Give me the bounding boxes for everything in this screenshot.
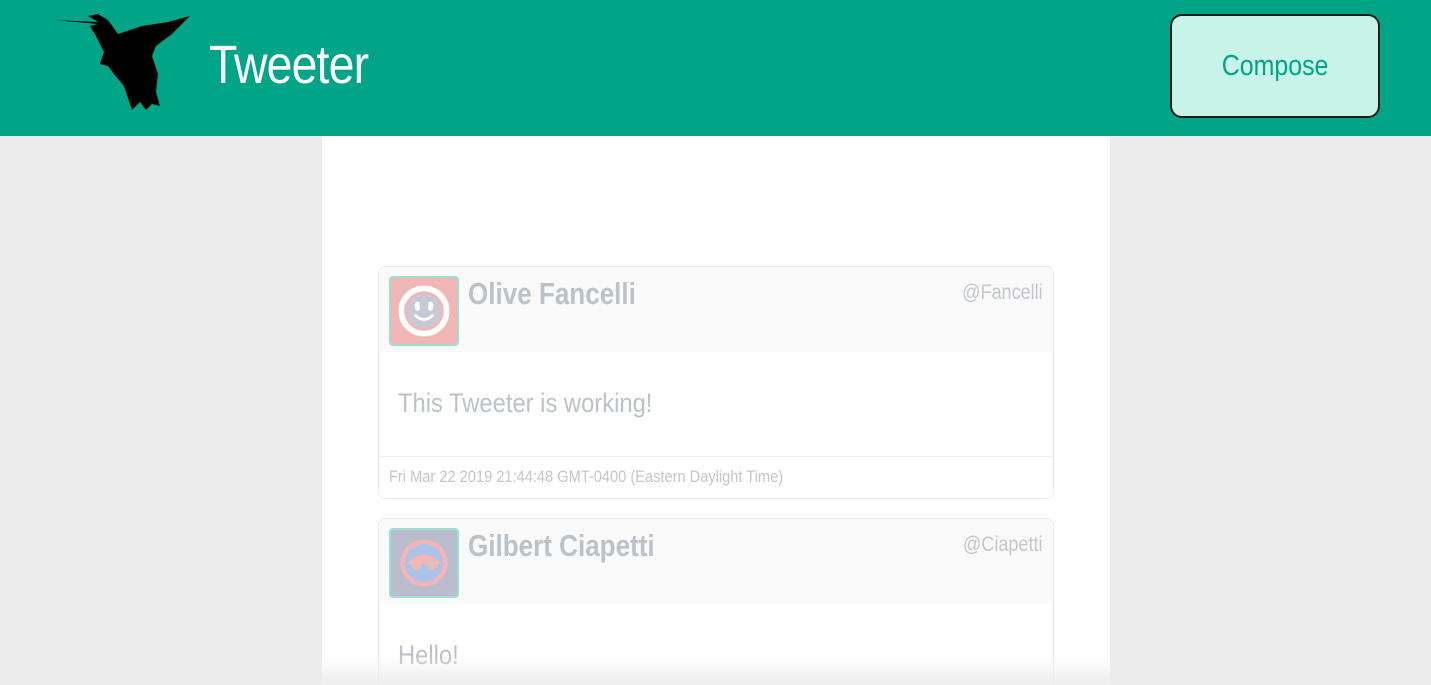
tweet-card: Gilbert Ciapetti @Ciapetti Hello! [378, 518, 1054, 685]
robot-avatar-icon [389, 528, 459, 598]
tweet-author-handle: @Fancelli [962, 281, 1043, 304]
hummingbird-icon[interactable] [52, 12, 192, 112]
compose-button[interactable]: Compose [1170, 14, 1380, 118]
tweet-header: Olive Fancelli @Fancelli [379, 267, 1053, 352]
tweet-author-handle: @Ciapetti [963, 533, 1043, 556]
tweet-body: Hello! [379, 604, 1053, 685]
brand-title[interactable]: Tweeter [209, 34, 369, 96]
tweet-footer: Fri Mar 22 2019 21:44:48 GMT-0400 (Easte… [379, 456, 1053, 498]
tweet-timestamp: Fri Mar 22 2019 21:44:48 GMT-0400 (Easte… [389, 467, 784, 486]
tweet-feed: Olive Fancelli @Fancelli This Tweeter is… [322, 136, 1110, 685]
tweet-author-name: Olive Fancelli [468, 276, 636, 311]
tweet-body: This Tweeter is working! [379, 352, 1053, 456]
tweet-author-name: Gilbert Ciapetti [468, 528, 655, 563]
compose-label: Compose [1221, 49, 1329, 82]
tweet-card: Olive Fancelli @Fancelli This Tweeter is… [378, 266, 1054, 499]
tweet-text: This Tweeter is working! [398, 388, 653, 418]
tweet-header: Gilbert Ciapetti @Ciapetti [379, 519, 1053, 604]
navbar: Tweeter Compose [0, 0, 1431, 136]
smiley-avatar-icon [389, 276, 459, 346]
tweet-text: Hello! [398, 640, 459, 670]
